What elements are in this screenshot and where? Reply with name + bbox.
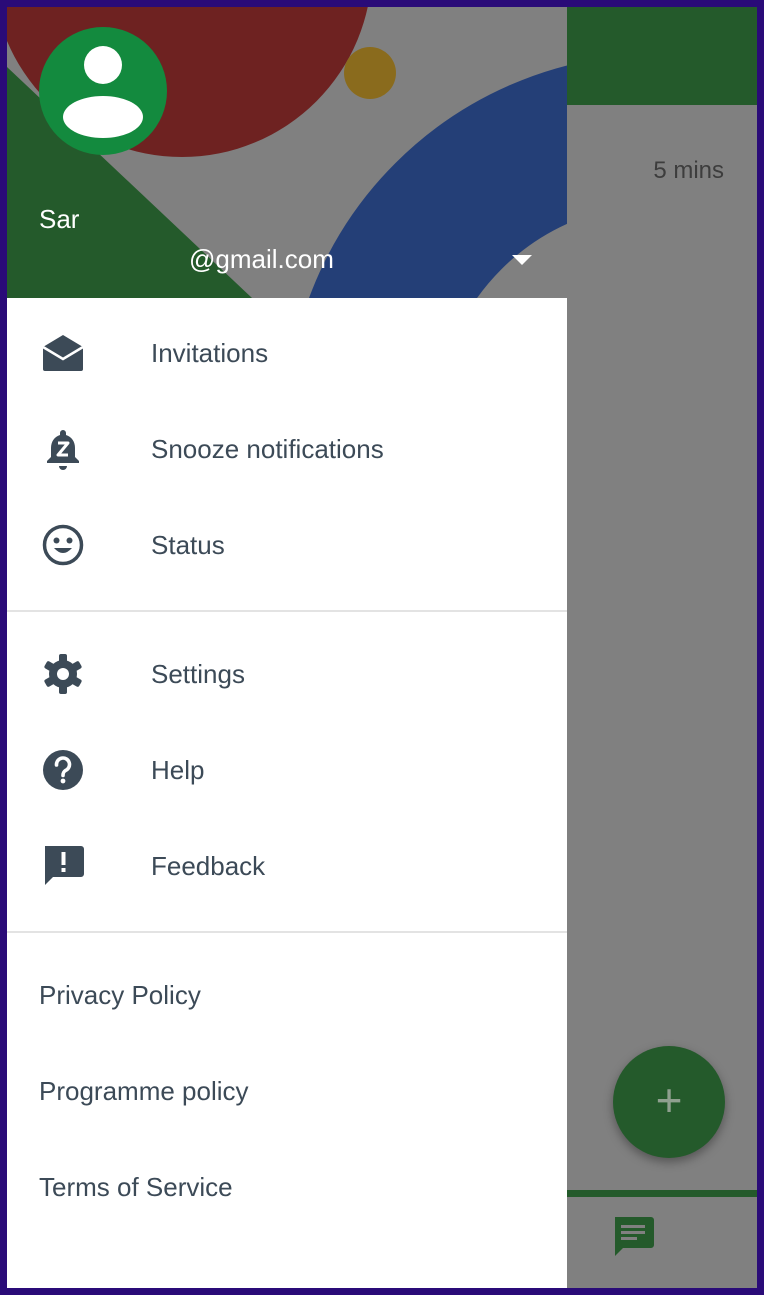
menu-item-invitations[interactable]: Invitations [7, 305, 567, 401]
link-terms-of-service[interactable]: Terms of Service [7, 1139, 567, 1235]
account-email: @gmail.com [189, 244, 334, 274]
menu-item-feedback[interactable]: Feedback [7, 818, 567, 914]
menu-item-settings[interactable]: Settings [7, 626, 567, 722]
link-privacy-policy[interactable]: Privacy Policy [7, 947, 567, 1043]
conversation-time: 5 mins [653, 157, 724, 184]
link-label: Privacy Policy [39, 979, 201, 1010]
feedback-icon [45, 846, 84, 885]
menu-item-label: Invitations [151, 337, 269, 368]
menu-item-label: Feedback [151, 850, 266, 881]
chevron-down-icon[interactable] [509, 250, 535, 268]
menu-item-label: Settings [151, 658, 245, 689]
avatar[interactable] [39, 27, 167, 155]
bottom-nav [567, 1190, 757, 1288]
account-name: Sar [39, 204, 80, 234]
smiley-icon [42, 524, 84, 566]
app-toolbar [567, 7, 757, 105]
person-icon [63, 46, 143, 138]
navigation-drawer: Sar @gmail.com Invitations Snooze notifi… [7, 7, 567, 1288]
gear-icon [44, 654, 82, 694]
menu-item-help[interactable]: Help [7, 722, 567, 818]
menu-item-status[interactable]: Status [7, 497, 567, 593]
drawer-menu: Invitations Snooze notifications Status … [7, 298, 567, 1235]
envelope-open-icon [42, 335, 84, 371]
menu-item-label: Status [151, 529, 225, 560]
menu-item-label: Help [151, 754, 205, 785]
link-programme-policy[interactable]: Programme policy [7, 1043, 567, 1139]
device-frame: 5 mins + Sar @gmail.com Invitations Snoo… [0, 0, 764, 1295]
link-label: Programme policy [39, 1075, 249, 1106]
bell-snooze-icon [47, 430, 79, 470]
new-chat-fab[interactable]: + [613, 1046, 725, 1158]
link-label: Terms of Service [39, 1171, 233, 1202]
help-circle-icon [43, 750, 83, 790]
chat-icon[interactable] [611, 1215, 655, 1257]
app-screen: 5 mins + Sar @gmail.com Invitations Snoo… [7, 7, 757, 1288]
account-header: Sar @gmail.com [7, 7, 567, 298]
menu-item-snooze-notifications[interactable]: Snooze notifications [7, 401, 567, 497]
plus-icon: + [655, 1074, 683, 1126]
menu-item-label: Snooze notifications [151, 433, 384, 464]
